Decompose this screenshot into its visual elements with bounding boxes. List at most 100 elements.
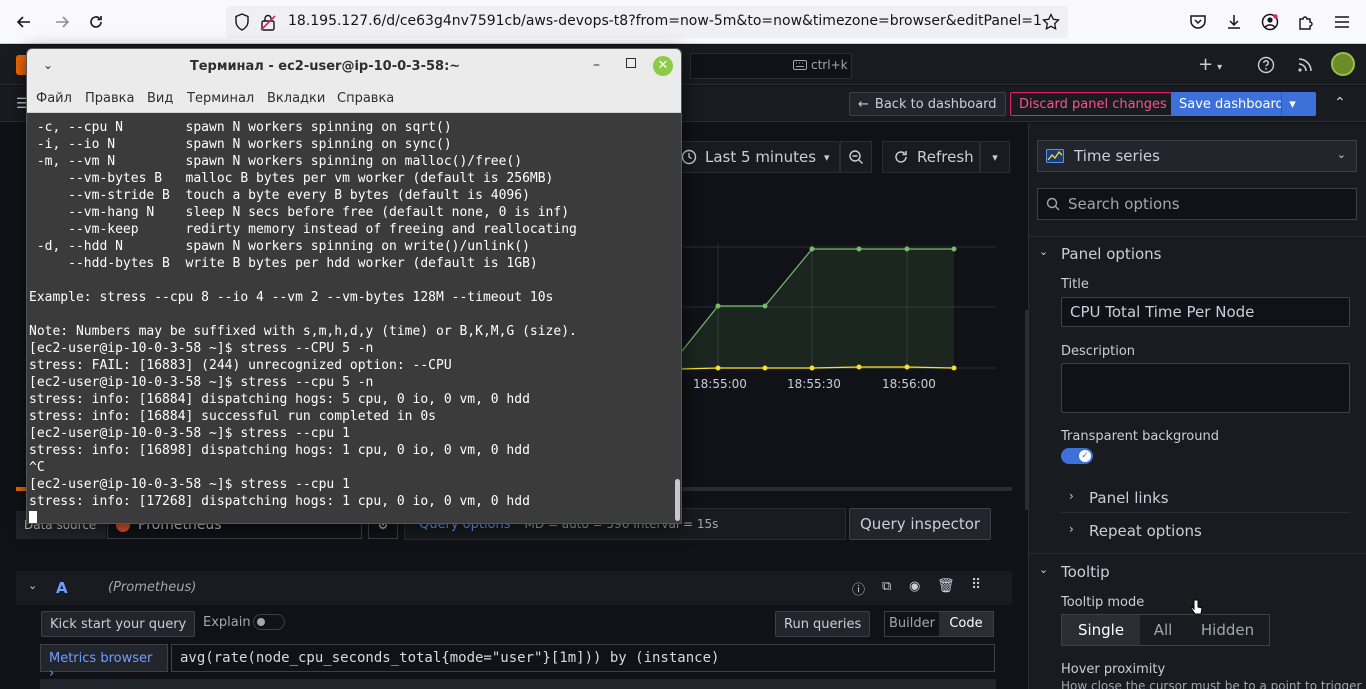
title-input[interactable]: CPU Total Time Per Node: [1061, 297, 1350, 327]
terminal-output[interactable]: -c, --cpu N spawn N workers spinning on …: [27, 113, 671, 523]
point: [762, 303, 768, 309]
kick-start-query-button[interactable]: Kick start your query: [41, 611, 196, 637]
query-inspector-button[interactable]: Query inspector: [849, 508, 992, 540]
terminal-line: [ec2-user@ip-10-0-3-58 ~]$ stress --cpu …: [29, 375, 374, 390]
transparent-background-label: Transparent background: [1061, 429, 1219, 444]
terminal-line: --hdd-bytes B write B bytes per hdd work…: [29, 256, 538, 271]
refresh-button[interactable]: Refresh: [882, 141, 980, 173]
add-icon[interactable]: + ▾: [1198, 56, 1222, 77]
account-icon[interactable]: [1256, 8, 1284, 36]
news-rss-icon[interactable]: [1296, 56, 1314, 78]
drag-handle-icon[interactable]: ⠿: [971, 577, 981, 593]
terminal-line: stress: info: [16898] dispatching hogs: …: [29, 443, 530, 458]
refresh-interval-chevron-icon[interactable]: ▾: [980, 141, 1010, 173]
delete-query-icon[interactable]: 🗑: [937, 578, 955, 594]
search-bar[interactable]: ctrl+k: [690, 53, 852, 79]
zoom-out-button[interactable]: [840, 141, 872, 173]
menu-edit[interactable]: Правка: [85, 91, 134, 106]
forward-icon[interactable]: [48, 8, 76, 36]
promql-query-editor[interactable]: avg(rate(node_cpu_seconds_total{mode="us…: [171, 644, 995, 672]
bookmark-star-icon[interactable]: [1042, 12, 1060, 35]
time-range-picker[interactable]: Last 5 minutes ▾: [672, 141, 840, 173]
search-options-input[interactable]: Search options: [1037, 188, 1357, 220]
duplicate-query-icon[interactable]: ⧉: [882, 579, 891, 594]
x-tick-label: 18:55:00: [693, 377, 747, 391]
chevron-right-icon: ›: [1069, 489, 1074, 503]
terminal-line: --vm-stride B touch a byte every B bytes…: [29, 188, 530, 203]
menu-terminal[interactable]: Терминал: [187, 91, 254, 106]
url-bar[interactable]: 18.195.127.6/d/ce63g4nv7591cb/aws-devops…: [226, 6, 1068, 38]
downloads-icon[interactable]: [1220, 8, 1248, 36]
terminal-titlebar[interactable]: ⌄ Терминал - ec2-user@ip-10-0-3-58:~ – ✕: [27, 49, 681, 85]
point: [951, 365, 957, 371]
chevron-down-icon: ▾: [824, 150, 830, 164]
save-options-chevron-icon[interactable]: ▾: [1281, 92, 1303, 116]
insecure-lock-icon[interactable]: [260, 13, 276, 35]
menu-view[interactable]: Вид: [147, 91, 173, 106]
collapse-up-icon[interactable]: ⌃: [1334, 95, 1346, 111]
collapse-chevron-icon[interactable]: ⌄: [1039, 245, 1048, 258]
tooltip-header[interactable]: Tooltip: [1061, 563, 1110, 581]
code-mode-option[interactable]: Code: [939, 612, 993, 636]
discard-panel-changes-button[interactable]: Discard panel changes: [1010, 92, 1176, 116]
point: [856, 364, 862, 370]
url-text[interactable]: 18.195.127.6/d/ce63g4nv7591cb/aws-devops…: [288, 13, 1042, 29]
user-avatar[interactable]: [1331, 52, 1355, 76]
keyboard-icon: [793, 60, 807, 70]
menu-tabs[interactable]: Вкладки: [267, 91, 325, 106]
tooltip-mode-label: Tooltip mode: [1061, 595, 1145, 610]
app-menu-icon[interactable]: [1328, 8, 1356, 36]
editor-mode-toggle: Builder Code: [884, 611, 994, 637]
description-textarea[interactable]: [1061, 363, 1350, 413]
tooltip-mode-hidden[interactable]: Hidden: [1186, 615, 1269, 645]
terminal-menubar: Файл Правка Вид Терминал Вкладки Справка: [27, 85, 681, 113]
back-icon[interactable]: [10, 8, 38, 36]
run-queries-button[interactable]: Run queries: [775, 611, 871, 637]
extensions-icon[interactable]: [1292, 8, 1320, 36]
back-to-dashboard-button[interactable]: ← Back to dashboard: [849, 92, 1006, 116]
terminal-line: [ec2-user@ip-10-0-3-58 ~]$ stress --cpu …: [29, 426, 350, 441]
builder-mode-option[interactable]: Builder: [885, 612, 939, 636]
maximize-icon[interactable]: [626, 58, 636, 68]
tooltip-mode-all[interactable]: All: [1140, 615, 1186, 645]
description-label: Description: [1061, 344, 1136, 359]
terminal-line: --vm-keep redirty memory instead of free…: [29, 222, 577, 237]
close-icon[interactable]: ✕: [653, 56, 673, 76]
pocket-icon[interactable]: [1184, 8, 1212, 36]
tooltip-mode-single[interactable]: Single: [1062, 615, 1140, 645]
terminal-line: ^C: [29, 460, 45, 475]
toggle-visibility-icon[interactable]: ◉: [909, 579, 920, 594]
search-shortcut: ctrl+k: [793, 58, 848, 72]
metrics-browser-button[interactable]: Metrics browser ›: [40, 644, 168, 681]
reload-icon[interactable]: [82, 8, 110, 36]
terminal-window[interactable]: ⌄ Терминал - ec2-user@ip-10-0-3-58:~ – ✕…: [26, 48, 682, 524]
query-row-header: ⌄ A (Prometheus) ⓘ ⧉ ◉ 🗑 ⠿: [16, 571, 1012, 605]
panel-links-section[interactable]: › Panel links: [1061, 482, 1350, 513]
visualization-picker[interactable]: Time series ⌄: [1037, 140, 1357, 172]
point: [762, 365, 768, 371]
terminal-line: --vm-bytes B malloc B bytes per vm worke…: [29, 171, 554, 186]
help-icon[interactable]: [1257, 56, 1275, 78]
shield-icon[interactable]: [234, 13, 250, 35]
help-icon[interactable]: ⓘ: [852, 579, 865, 598]
collapse-chevron-icon[interactable]: ⌄: [1039, 563, 1048, 576]
terminal-scrollbar[interactable]: [672, 113, 681, 523]
panel-options-header[interactable]: Panel options: [1061, 245, 1161, 263]
explain-toggle[interactable]: [253, 614, 285, 630]
point: [904, 246, 910, 252]
terminal-line: stress: FAIL: [16883] (244) unrecognized…: [29, 358, 452, 373]
point: [951, 246, 957, 252]
transparent-background-toggle[interactable]: ✓: [1061, 448, 1093, 464]
terminal-line: [ec2-user@ip-10-0-3-58 ~]$ stress --CPU …: [29, 341, 374, 356]
repeat-options-section[interactable]: › Repeat options: [1061, 515, 1350, 546]
menu-file[interactable]: Файл: [36, 91, 72, 106]
menu-help[interactable]: Справка: [337, 91, 394, 106]
x-tick-label: 18:55:30: [787, 377, 841, 391]
terminal-line: --vm-hang N sleep N secs before free (de…: [29, 205, 570, 220]
minimize-icon[interactable]: –: [593, 57, 600, 73]
collapse-chevron-icon[interactable]: ⌄: [28, 579, 37, 592]
clock-icon: [681, 149, 697, 165]
point: [904, 364, 910, 370]
query-ref-id[interactable]: A: [56, 579, 68, 597]
